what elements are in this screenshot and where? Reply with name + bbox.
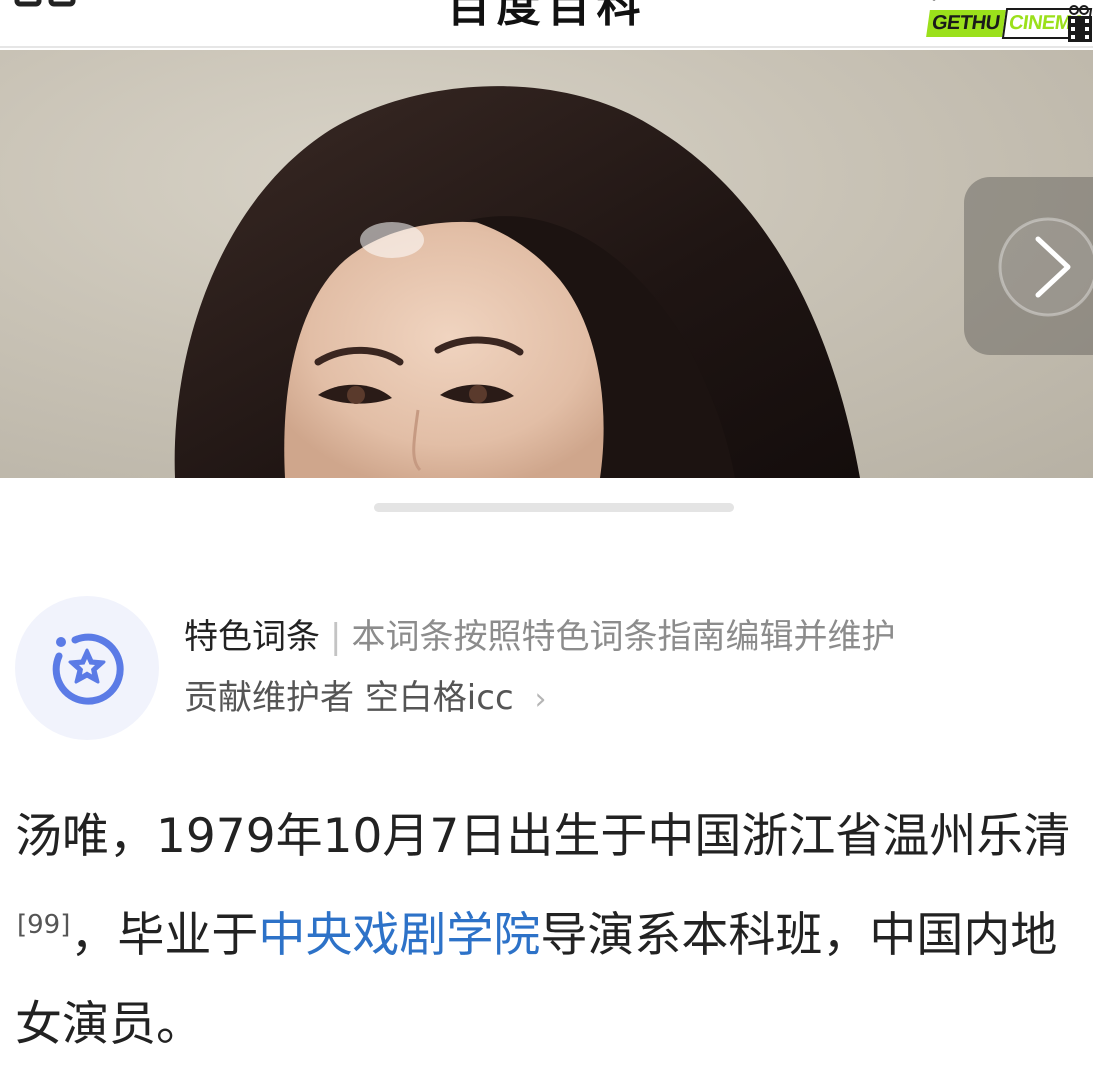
portrait-image	[174, 86, 861, 478]
summary-text-2: ，毕业于	[70, 908, 259, 963]
featured-description: 本词条按照特色词条指南编辑并维护	[351, 617, 896, 657]
watermark-logo: GETHU CINEMA	[926, 4, 1093, 44]
featured-entry-line: 特色词条 | 本词条按照特色词条指南编辑并维护	[184, 615, 895, 659]
maintainer-prefix: 贡献维护者	[184, 678, 354, 718]
maintainer-link[interactable]: 贡献维护者 空白格icc ›	[184, 676, 546, 722]
school-link[interactable]: 中央戏剧学院	[258, 908, 540, 963]
citation-link[interactable]: [99]	[17, 910, 70, 940]
chevron-right-icon	[998, 217, 1093, 317]
film-reel-icon	[1068, 5, 1092, 42]
summary-text-1: 汤唯，1979年10月7日出生于中国浙江省温州乐清	[15, 809, 1071, 864]
separator: |	[330, 617, 342, 657]
chevron-right-small-icon: ›	[534, 682, 547, 717]
featured-badge	[15, 596, 159, 740]
carousel-indicator	[374, 503, 734, 512]
featured-label: 特色词条	[184, 617, 320, 657]
maintainer-name: 空白格icc	[364, 678, 514, 718]
watermark-text-1: GETHU	[926, 9, 1006, 37]
summary-paragraph: 汤唯，1979年10月7日出生于中国浙江省温州乐清[99]，毕业于中央戏剧学院导…	[15, 792, 1090, 1069]
next-image-button[interactable]	[964, 177, 1093, 355]
star-badge-icon	[52, 633, 124, 705]
hero-photo[interactable]	[0, 50, 1093, 478]
